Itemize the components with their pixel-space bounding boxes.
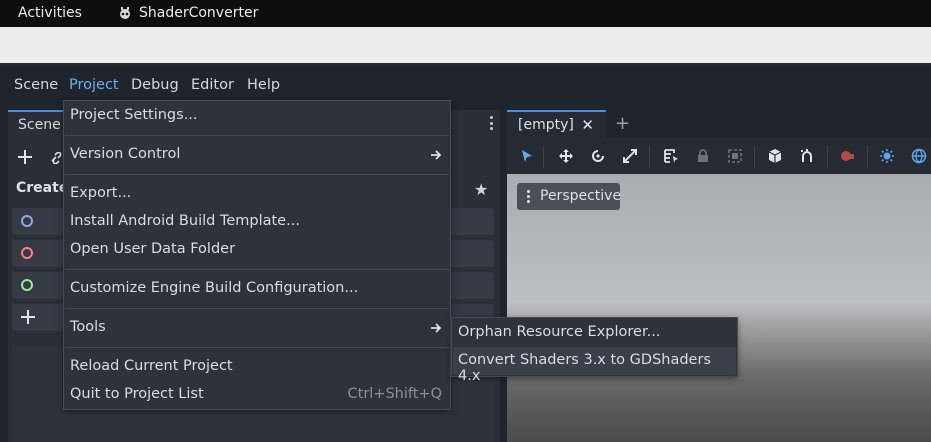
viewport-toolbar <box>507 138 931 174</box>
divider <box>867 146 868 168</box>
favorites-star-icon[interactable]: ★ <box>474 180 488 199</box>
scale-tool-icon[interactable] <box>622 148 638 164</box>
system-top-bar: Activities ShaderConverter <box>0 0 931 27</box>
lock-icon[interactable] <box>695 148 711 164</box>
environment-globe-icon[interactable] <box>911 148 927 164</box>
menu-separator <box>65 174 449 175</box>
menu-help[interactable]: Help <box>247 77 280 93</box>
quit-shortcut: Ctrl+Shift+Q <box>347 386 442 402</box>
perspective-label: Perspective <box>540 188 622 204</box>
activities-button[interactable]: Activities <box>18 5 82 21</box>
move-tool-icon[interactable] <box>558 148 574 164</box>
menu-item-version-control[interactable]: Version Control <box>70 146 180 162</box>
submenu-arrow-icon <box>431 323 442 333</box>
menu-item-reload-project[interactable]: Reload Current Project <box>70 358 233 374</box>
menu-debug[interactable]: Debug <box>131 77 179 93</box>
menu-scene[interactable]: Scene <box>14 77 58 93</box>
tools-submenu-popup: Orphan Resource Explorer... Convert Shad… <box>451 317 738 384</box>
submenu-arrow-icon <box>431 150 442 160</box>
node2d-ring-icon <box>21 215 33 227</box>
godot-app-icon <box>120 7 130 19</box>
snap-icon[interactable] <box>799 148 815 164</box>
rotate-tool-icon[interactable] <box>590 148 606 164</box>
divider <box>649 146 650 168</box>
menu-item-project-settings[interactable]: Project Settings... <box>70 107 198 123</box>
group-icon[interactable] <box>727 148 743 164</box>
tab-scene[interactable]: Scene <box>8 110 70 138</box>
select-tool-icon[interactable] <box>519 148 535 164</box>
add-node-icon[interactable] <box>18 150 32 164</box>
menu-item-export[interactable]: Export... <box>70 185 131 201</box>
divider <box>543 146 544 168</box>
main-menu-bar: Scene Project Debug Editor Help <box>0 65 931 105</box>
menu-item-tools[interactable]: Tools <box>70 319 106 335</box>
preview-camera-icon[interactable] <box>839 148 855 164</box>
dock-menu-icon[interactable] <box>490 116 494 133</box>
plus-icon <box>21 310 35 324</box>
menu-editor[interactable]: Editor <box>191 77 234 93</box>
menu-item-quit-to-project-list[interactable]: Quit to Project List <box>70 386 204 402</box>
control-ring-icon <box>21 279 33 291</box>
tab-empty-scene[interactable]: [empty] ✕ <box>507 110 606 138</box>
perspective-menu-button[interactable]: Perspective <box>517 183 622 210</box>
menu-item-customize-build[interactable]: Customize Engine Build Configuration... <box>70 280 358 296</box>
sun-preview-icon[interactable] <box>879 148 895 164</box>
menu-item-open-user-data[interactable]: Open User Data Folder <box>70 241 235 257</box>
node3d-ring-icon <box>21 247 33 259</box>
menu-separator <box>65 308 449 309</box>
menu-item-install-android-template[interactable]: Install Android Build Template... <box>70 213 300 229</box>
submenu-item-orphan-resource-explorer[interactable]: Orphan Resource Explorer... <box>458 324 660 340</box>
create-root-label: Create <box>16 180 69 196</box>
local-space-cube-icon[interactable] <box>767 148 783 164</box>
project-menu-popup: Project Settings... Version Control Expo… <box>63 100 451 410</box>
divider <box>754 146 755 168</box>
window-title-strip <box>0 27 931 63</box>
app-name[interactable]: ShaderConverter <box>139 5 258 21</box>
menu-separator <box>65 269 449 270</box>
divider <box>827 146 828 168</box>
menu-separator <box>65 347 449 348</box>
list-select-icon[interactable] <box>663 148 679 164</box>
submenu-item-convert-shaders[interactable]: Convert Shaders 3.x to GDShaders 4.x <box>458 352 737 384</box>
menu-project[interactable]: Project <box>69 77 119 93</box>
add-scene-tab-icon[interactable]: + <box>615 113 630 134</box>
vertical-dots-icon <box>527 190 530 205</box>
tab-label: [empty] <box>518 117 574 133</box>
3d-viewport[interactable]: Perspective <box>507 174 931 442</box>
link-icon[interactable] <box>50 152 64 164</box>
menu-separator <box>65 135 449 136</box>
close-tab-icon[interactable]: ✕ <box>581 116 594 134</box>
